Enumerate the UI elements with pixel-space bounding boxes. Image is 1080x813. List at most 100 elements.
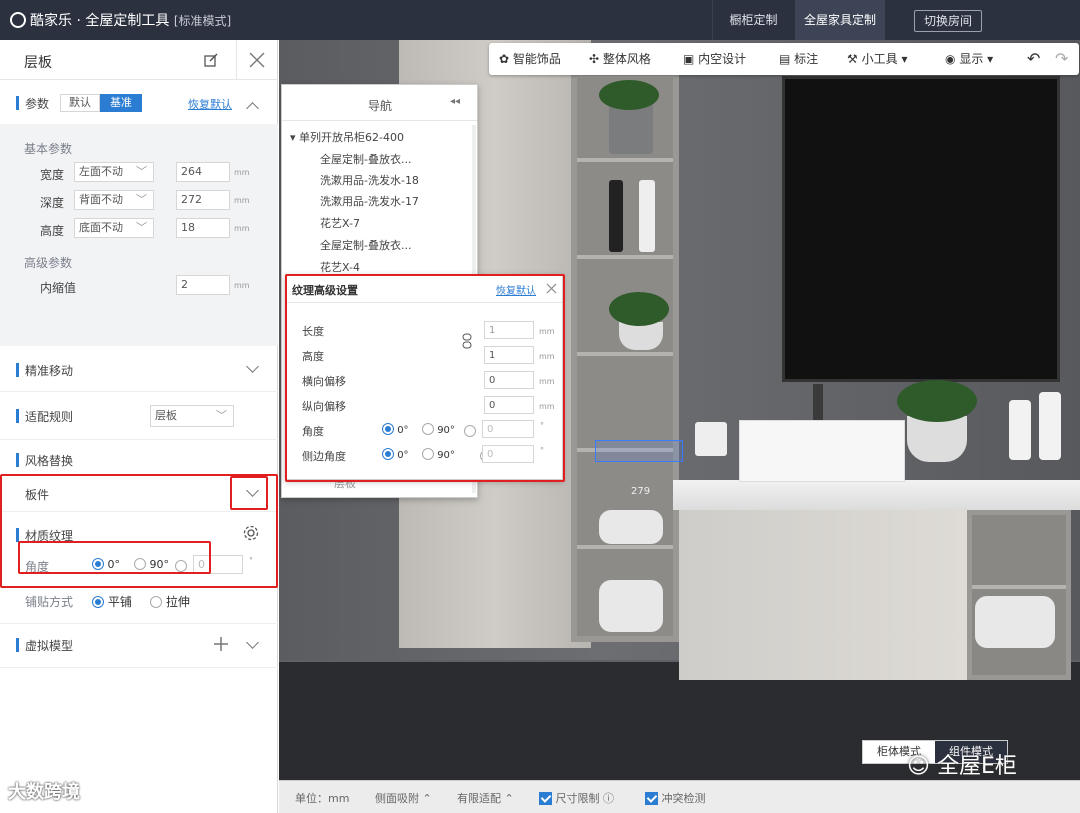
highlight-gear <box>230 476 268 510</box>
app-title: 酷家乐 · 全屋定制工具 <box>30 13 170 29</box>
tile-label: 平铺 <box>107 595 132 609</box>
tool-interior-design[interactable]: ▣ 内空设计 <box>683 43 746 75</box>
bottle <box>1009 400 1031 460</box>
height-input[interactable]: 18 <box>176 218 230 238</box>
tab-cabinet[interactable]: 橱柜定制 <box>712 0 794 40</box>
advanced-params-title: 高级参数 <box>24 256 73 270</box>
app-logo: 酷家乐 · 全屋定制工具 [标准模式] <box>10 10 231 30</box>
tool-display[interactable]: ◉ 显示 ▾ <box>945 43 993 75</box>
chevron-down-icon: ▾ <box>901 52 908 66</box>
tool-smart-decor[interactable]: ✿ 智能饰品 <box>499 43 561 75</box>
tree-item[interactable]: 全屋定制-叠放衣... <box>320 237 411 253</box>
checkbox-checked[interactable] <box>539 792 552 805</box>
width-input[interactable]: 264 <box>176 162 230 182</box>
tool-overall-style[interactable]: ✣ 整体风格 <box>589 43 651 75</box>
sink <box>739 420 905 482</box>
tool-label: 小工具 <box>861 52 898 66</box>
ruler-icon: ▤ <box>779 52 791 66</box>
side-shelf <box>967 510 1071 680</box>
limited-fit-toggle[interactable]: 有限适配 ⌃ <box>457 790 514 806</box>
expand-icon[interactable] <box>246 636 259 649</box>
tree-item[interactable]: 洗漱用品-洗发水-17 <box>320 193 419 209</box>
close-icon[interactable] <box>248 51 266 69</box>
vanity-cabinet <box>679 510 967 680</box>
inset-label: 内缩值 <box>40 281 77 295</box>
tree-item[interactable]: 花艺X-7 <box>320 215 360 231</box>
highlight-texture-dialog <box>285 274 565 482</box>
tree-item[interactable]: 洗漱用品-洗发水-18 <box>320 172 419 188</box>
collision-checkbox[interactable]: 冲突检测 <box>645 790 706 806</box>
plant-leaves <box>609 292 669 326</box>
limited-fit-label: 有限适配 <box>457 792 501 805</box>
precise-move-label: 精准移动 <box>25 364 74 378</box>
checkbox-checked[interactable] <box>645 792 658 805</box>
side-snap-toggle[interactable]: 侧面吸附 ⌃ <box>375 790 432 806</box>
tool-utilities[interactable]: ⚒ 小工具 ▾ <box>847 43 907 75</box>
tool-label: 显示 <box>959 52 984 66</box>
unit-status[interactable]: 单位：mm <box>295 790 349 806</box>
tree-item[interactable]: 花艺X-4 <box>320 259 360 275</box>
fit-rules-section: 适配规则 层板 ﹀ <box>0 392 278 440</box>
shelf <box>577 158 673 162</box>
size-limit-checkbox[interactable]: 尺寸限制 ⓘ <box>539 790 614 806</box>
tile-mode-label: 铺贴方式 <box>25 595 74 609</box>
3d-viewport[interactable]: 279 ✿ 智能饰品 ✣ 整体风格 ▣ 内空设计 ▤ 标注 ⚒ 小工具 ▾ ◉ … <box>279 40 1080 813</box>
unit-label: mm <box>234 168 250 177</box>
chevron-down-icon: ▾ <box>987 52 994 66</box>
canvas-toolbar: ✿ 智能饰品 ✣ 整体风格 ▣ 内空设计 ▤ 标注 ⚒ 小工具 ▾ ◉ 显示 ▾… <box>489 43 1079 75</box>
cup <box>695 422 727 456</box>
tree-root-label: 单列开放吊柜62-400 <box>299 131 404 144</box>
chevron-up-icon: ⌃ <box>504 792 514 805</box>
tool-label: 智能饰品 <box>512 52 561 66</box>
switch-room-button[interactable]: 切换房间 <box>914 10 982 32</box>
watermark-right-text: 全屋E柜 <box>936 754 1017 779</box>
undo-icon[interactable]: ↶ <box>1027 43 1040 75</box>
tool-annotate[interactable]: ▤ 标注 <box>779 43 818 75</box>
virtual-model-section: 虚拟模型 <box>0 624 278 668</box>
tree-root[interactable]: ▾ 单列开放吊柜62-400 <box>290 129 404 145</box>
tab-whole-house[interactable]: 全屋家具定制 <box>795 0 885 40</box>
chevron-down-icon: ﹀ <box>136 165 147 178</box>
tile-option-stretch[interactable]: 拉伸 <box>150 593 190 610</box>
radio-unchecked[interactable] <box>150 596 162 608</box>
help-icon[interactable]: ⓘ <box>603 792 614 805</box>
sprout-icon: ✿ <box>499 52 510 66</box>
watermark-left: 大数跨境 <box>8 782 80 803</box>
edit-icon[interactable] <box>203 52 219 68</box>
precise-move-section[interactable]: 精准移动 <box>0 346 278 392</box>
tool-label: 整体风格 <box>602 52 651 66</box>
redo-icon[interactable]: ↷ <box>1055 43 1068 75</box>
radio-checked[interactable] <box>92 596 104 608</box>
fit-rules-select[interactable]: 层板 ﹀ <box>150 405 234 427</box>
height-anchor-value: 底面不动 <box>79 221 123 234</box>
default-toggle[interactable]: 默认 <box>60 94 100 112</box>
base-toggle[interactable]: 基准 <box>100 94 142 112</box>
inset-input[interactable]: 2 <box>176 275 230 295</box>
depth-anchor-select[interactable]: 背面不动 ﹀ <box>74 190 154 210</box>
bottle <box>609 180 623 252</box>
tool-label: 标注 <box>794 52 819 66</box>
towels <box>975 596 1055 648</box>
plant-leaves <box>599 80 659 110</box>
tree-item[interactable]: 全屋定制-叠放衣... <box>320 151 411 167</box>
collapse-left-icon[interactable]: ◂◂ <box>450 96 460 107</box>
virtual-model-label: 虚拟模型 <box>25 639 74 653</box>
selected-shelf[interactable] <box>595 440 683 462</box>
add-icon[interactable] <box>213 636 229 652</box>
vanity-counter <box>673 480 1080 510</box>
height-label: 高度 <box>40 224 65 238</box>
plant-pot <box>619 322 663 350</box>
towels <box>599 510 663 544</box>
width-anchor-value: 左面不动 <box>79 165 123 178</box>
tile-option-tile[interactable]: 平铺 <box>92 593 132 610</box>
eye-icon: ◉ <box>945 52 956 66</box>
divider <box>236 40 237 80</box>
height-anchor-select[interactable]: 底面不动 ﹀ <box>74 218 154 238</box>
expand-icon[interactable] <box>246 360 259 373</box>
reset-defaults-link[interactable]: 恢复默认 <box>188 96 232 112</box>
width-anchor-select[interactable]: 左面不动 ﹀ <box>74 162 154 182</box>
unit-label: mm <box>234 196 250 205</box>
depth-input[interactable]: 272 <box>176 190 230 210</box>
collapse-icon[interactable] <box>246 102 259 115</box>
size-limit-label: 尺寸限制 <box>555 792 600 805</box>
